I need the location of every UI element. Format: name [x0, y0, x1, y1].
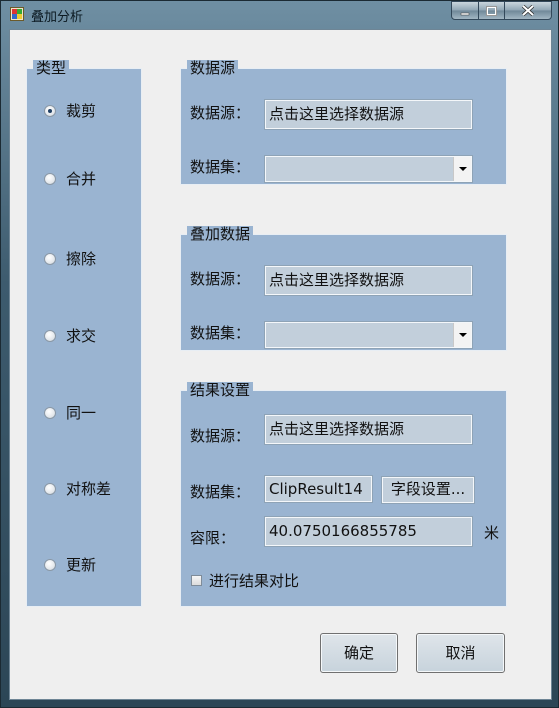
radio-label: 求交 — [66, 327, 97, 345]
source-datasource-label: 数据源： — [190, 104, 251, 122]
close-button[interactable] — [504, 1, 552, 20]
result-datasource-field[interactable]: 点击这里选择数据源 — [264, 414, 473, 445]
radio-identity[interactable]: 同一 — [44, 402, 96, 423]
result-datasource-label: 数据源： — [190, 427, 251, 445]
chevron-down-icon[interactable] — [453, 157, 471, 181]
radio-label: 裁剪 — [66, 102, 97, 120]
checkbox-icon — [191, 575, 202, 586]
radio-unselected-icon — [44, 558, 56, 571]
chevron-down-icon[interactable] — [453, 323, 471, 347]
overlay-group-label: 叠加数据 — [187, 226, 254, 243]
overlay-data-group: 叠加数据 数据源： 点击这里选择数据源 数据集： — [180, 226, 507, 351]
radio-label: 同一 — [66, 404, 97, 422]
source-group-label: 数据源 — [187, 60, 239, 77]
type-group: 类型 裁剪 合并 擦除 求交 同一 对称差 更新 — [26, 60, 142, 607]
radio-label: 更新 — [66, 556, 97, 574]
tolerance-input[interactable]: 40.0750166855785 — [264, 516, 473, 547]
radio-selected-icon — [44, 104, 56, 117]
radio-union[interactable]: 合并 — [44, 168, 96, 189]
radio-unselected-icon — [44, 482, 56, 495]
ok-button[interactable]: 确定 — [320, 633, 398, 673]
overlay-dataset-label: 数据集： — [190, 324, 251, 342]
minimize-icon — [460, 12, 470, 15]
dialog-client-area: 类型 裁剪 合并 擦除 求交 同一 对称差 更新 数据源 数据源： 点击这里选择… — [9, 29, 552, 700]
window-title: 叠加分析 — [31, 10, 84, 25]
field-settings-button[interactable]: 字段设置... — [381, 476, 475, 504]
app-icon — [10, 7, 24, 21]
tolerance-unit: 米 — [484, 524, 500, 542]
source-dataset-combo[interactable] — [264, 155, 473, 183]
radio-unselected-icon — [44, 406, 56, 419]
overlay-datasource-label: 数据源： — [190, 270, 251, 288]
radio-unselected-icon — [44, 329, 56, 342]
radio-label: 对称差 — [66, 480, 112, 498]
minimize-button[interactable] — [451, 1, 479, 20]
result-dataset-label: 数据集： — [190, 483, 251, 501]
tolerance-label: 容限： — [190, 529, 236, 547]
source-data-group: 数据源 数据源： 点击这里选择数据源 数据集： — [180, 60, 507, 185]
radio-clip[interactable]: 裁剪 — [44, 100, 96, 121]
source-dataset-label: 数据集： — [190, 158, 251, 176]
type-group-label: 类型 — [33, 60, 70, 77]
title-bar[interactable]: 叠加分析 — [1, 1, 558, 29]
overlay-dataset-combo[interactable] — [264, 321, 473, 349]
radio-symmetric-difference[interactable]: 对称差 — [44, 478, 111, 499]
dialog-window: 叠加分析 类型 裁剪 合并 擦除 求交 同一 对称差 更新 数据源 数据源： 点… — [0, 0, 559, 708]
radio-update[interactable]: 更新 — [44, 554, 96, 575]
radio-unselected-icon — [44, 172, 56, 185]
cancel-button[interactable]: 取消 — [416, 633, 505, 673]
compare-results-label: 进行结果对比 — [209, 572, 300, 590]
compare-results-checkbox[interactable]: 进行结果对比 — [191, 570, 299, 591]
result-group-label: 结果设置 — [187, 382, 254, 399]
overlay-datasource-field[interactable]: 点击这里选择数据源 — [264, 265, 473, 296]
radio-label: 擦除 — [66, 250, 97, 268]
maximize-icon — [486, 5, 497, 16]
radio-label: 合并 — [66, 170, 97, 188]
source-datasource-field[interactable]: 点击这里选择数据源 — [264, 99, 473, 130]
radio-intersect[interactable]: 求交 — [44, 325, 96, 346]
radio-erase[interactable]: 擦除 — [44, 248, 96, 269]
close-icon — [522, 5, 534, 16]
maximize-button[interactable] — [478, 1, 505, 20]
result-dataset-field[interactable]: ClipResult14 — [264, 475, 373, 503]
radio-unselected-icon — [44, 252, 56, 265]
result-settings-group: 结果设置 数据源： 点击这里选择数据源 数据集： ClipResult14 字段… — [180, 382, 507, 607]
